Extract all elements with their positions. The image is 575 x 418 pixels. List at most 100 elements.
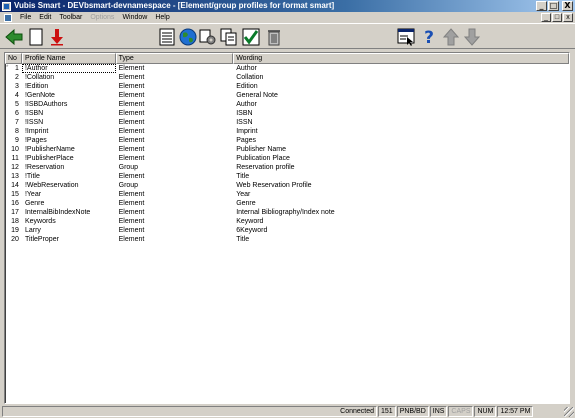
select-window-icon[interactable] bbox=[396, 27, 416, 47]
status-time: 12:57 PM bbox=[497, 406, 534, 417]
row-wording: ISSN bbox=[236, 119, 253, 126]
menu-help[interactable]: Help bbox=[151, 13, 173, 23]
row-type: Element bbox=[118, 173, 145, 180]
status-ins: INS bbox=[429, 406, 448, 417]
row-wording: Title bbox=[236, 173, 250, 180]
row-wording: Web Reservation Profile bbox=[236, 182, 312, 189]
table-row[interactable]: 2 !Collation Element Collation bbox=[5, 73, 569, 82]
row-wording: Edition bbox=[236, 83, 258, 90]
list-header: No Profile Name Type Wording bbox=[5, 53, 569, 64]
row-profile-name: !Collation bbox=[24, 74, 55, 81]
row-number: 17 bbox=[11, 209, 19, 216]
row-number: 6 bbox=[15, 110, 19, 117]
row-profile-name: !ISBN bbox=[24, 110, 44, 117]
trash-bin-icon[interactable] bbox=[264, 27, 284, 47]
table-row[interactable]: 14 !WebReservation Group Web Reservation Pr… bbox=[5, 181, 569, 190]
settings-gear-icon[interactable] bbox=[198, 27, 218, 47]
table-row[interactable]: 10 !PublisherName Element Publisher Name bbox=[5, 145, 569, 154]
table-row[interactable]: 13 !Title Element Title bbox=[5, 172, 569, 181]
column-header-no[interactable]: No bbox=[5, 53, 22, 64]
table-row[interactable]: 19 Larry Element 6Keyword bbox=[5, 226, 569, 235]
child-close-button[interactable]: x bbox=[563, 13, 573, 22]
row-number: 18 bbox=[11, 218, 19, 225]
maximize-button[interactable]: □ bbox=[548, 1, 559, 11]
status-count: 151 bbox=[378, 406, 396, 417]
row-type: Element bbox=[118, 137, 145, 144]
row-wording: Author bbox=[236, 65, 257, 72]
resize-grip[interactable] bbox=[564, 406, 574, 417]
row-profile-name: !ISSN bbox=[24, 119, 44, 126]
close-button[interactable]: X bbox=[562, 1, 573, 11]
svg-text:?: ? bbox=[424, 28, 434, 46]
document-icon[interactable] bbox=[4, 13, 12, 22]
table-row[interactable]: 5 !ISBDAuthors Element Author bbox=[5, 100, 569, 109]
row-number: 13 bbox=[11, 173, 19, 180]
table-row[interactable]: 7 !ISSN Element ISSN bbox=[5, 118, 569, 127]
row-wording: ISBN bbox=[236, 110, 253, 117]
new-document-icon[interactable] bbox=[26, 27, 46, 47]
row-profile-name: !Imprint bbox=[24, 128, 49, 135]
row-type: Element bbox=[118, 146, 145, 153]
menu-bar: File Edit Toolbar Options Window Help _ … bbox=[0, 12, 575, 23]
row-number: 2 bbox=[15, 74, 19, 81]
row-type: Element bbox=[118, 191, 145, 198]
menu-window[interactable]: Window bbox=[118, 13, 151, 23]
row-number: 9 bbox=[15, 137, 19, 144]
status-bar: Connected 151 PNB/BD INS CAPS NUM 12:57 … bbox=[0, 405, 575, 418]
help-icon[interactable]: ? bbox=[419, 27, 439, 47]
table-row[interactable]: 12 !Reservation Group Reservation profile bbox=[5, 163, 569, 172]
row-profile-name: Keywords bbox=[24, 218, 56, 225]
status-num: NUM bbox=[474, 406, 497, 417]
table-row[interactable]: 3 !Edition Element Edition bbox=[5, 82, 569, 91]
copy-icon[interactable] bbox=[219, 27, 239, 47]
table-row[interactable]: 18 Keywords Element Keyword bbox=[5, 217, 569, 226]
row-profile-name: Genre bbox=[24, 200, 45, 207]
column-header-type[interactable]: Type bbox=[115, 53, 234, 64]
table-row[interactable]: 8 !Imprint Element Imprint bbox=[5, 127, 569, 136]
table-row[interactable]: 6 !ISBN Element ISBN bbox=[5, 109, 569, 118]
status-database: PNB/BD bbox=[396, 406, 429, 417]
current-row-marker: * bbox=[6, 65, 9, 71]
column-header-wording[interactable]: Wording bbox=[233, 53, 569, 64]
details-list-icon[interactable] bbox=[157, 27, 177, 47]
row-type: Element bbox=[118, 65, 145, 72]
table-row[interactable]: 20 TitleProper Element Title bbox=[5, 235, 569, 244]
profile-list[interactable]: No Profile Name Type Wording 1 !Author Ele… bbox=[4, 52, 570, 404]
back-arrow-icon[interactable] bbox=[4, 27, 24, 47]
row-wording: Imprint bbox=[236, 128, 258, 135]
minimize-button[interactable]: _ bbox=[536, 1, 547, 11]
delete-red-arrow-icon[interactable] bbox=[47, 27, 67, 47]
child-restore-button[interactable]: □ bbox=[552, 13, 562, 22]
checkmark-icon[interactable] bbox=[241, 27, 261, 47]
row-number: 19 bbox=[11, 227, 19, 234]
row-wording: Keyword bbox=[236, 218, 264, 225]
row-type: Element bbox=[118, 236, 145, 243]
row-profile-name: Larry bbox=[24, 227, 41, 234]
table-row[interactable]: 15 !Year Element Year bbox=[5, 190, 569, 199]
menu-file[interactable]: File bbox=[16, 13, 35, 23]
row-wording: Genre bbox=[236, 200, 256, 207]
move-down-icon[interactable] bbox=[462, 27, 482, 47]
row-number: 5 bbox=[15, 101, 19, 108]
table-row[interactable]: 1 !Author Element Author * bbox=[5, 64, 569, 73]
globe-icon[interactable] bbox=[178, 27, 198, 47]
row-type: Element bbox=[118, 209, 145, 216]
menu-edit[interactable]: Edit bbox=[35, 13, 55, 23]
menu-options: Options bbox=[90, 13, 115, 21]
table-row[interactable]: 11 !PublisherPlace Element Publication Plac… bbox=[5, 154, 569, 163]
column-header-profile-name[interactable]: Profile Name bbox=[21, 53, 116, 64]
row-profile-name: !Pages bbox=[24, 137, 47, 144]
child-minimize-button[interactable]: _ bbox=[541, 13, 551, 22]
table-row[interactable]: 4 !GenNote Element General Note bbox=[5, 91, 569, 100]
row-profile-name: !WebReservation bbox=[24, 182, 79, 189]
move-up-icon[interactable] bbox=[441, 27, 461, 47]
row-profile-name: !Author bbox=[21, 64, 116, 73]
status-message: Connected bbox=[2, 406, 377, 417]
title-bar: Vubis Smart - DEVbsmart-devnamespace - [… bbox=[0, 0, 575, 12]
row-type: Element bbox=[118, 227, 145, 234]
menu-toolbar[interactable]: Toolbar bbox=[55, 13, 86, 23]
table-row[interactable]: 16 Genre Element Genre bbox=[5, 199, 569, 208]
app-icon[interactable] bbox=[2, 1, 11, 11]
table-row[interactable]: 9 !Pages Element Pages bbox=[5, 136, 569, 145]
table-row[interactable]: 17 InternalBibIndexNote Element Internal Bi… bbox=[5, 208, 569, 217]
